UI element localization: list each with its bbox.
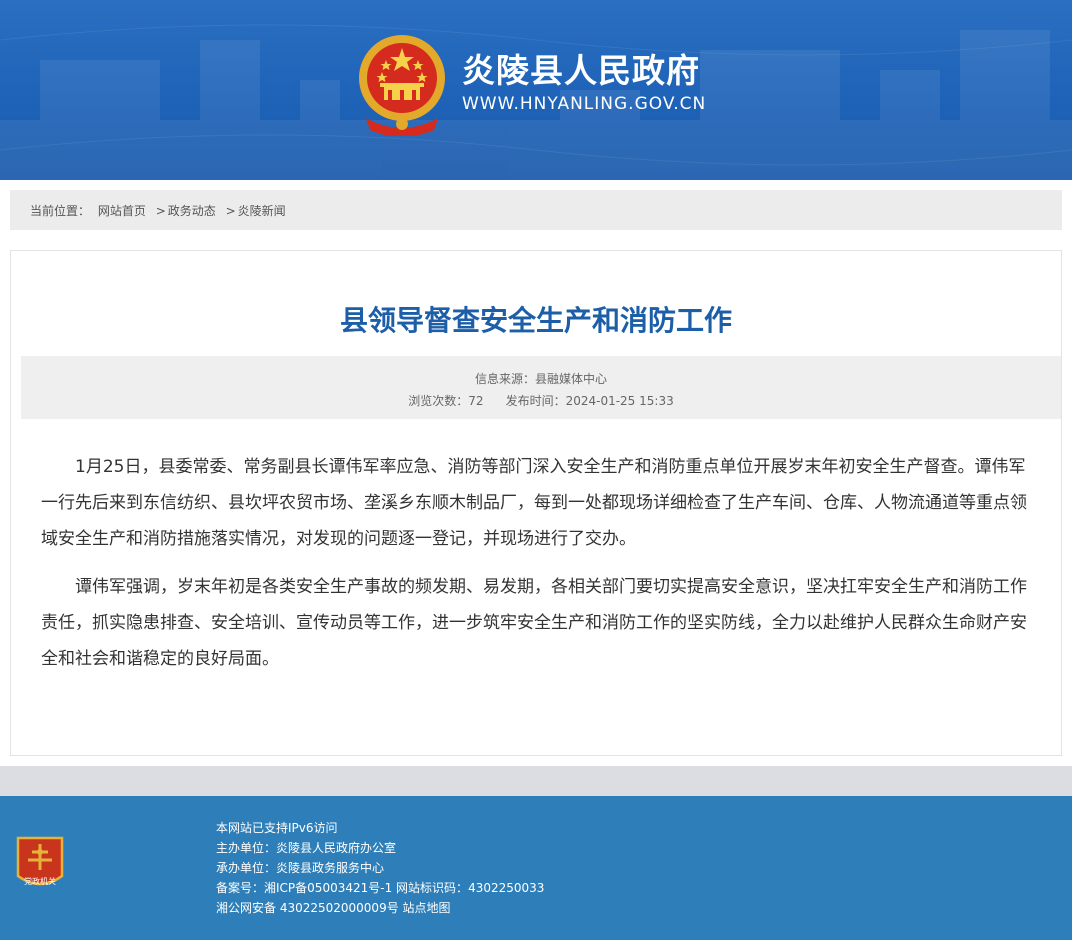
breadcrumb-home-link[interactable]: 网站首页	[98, 190, 146, 232]
footer-police-row: 湘公网安备 43022502000009号 站点地图	[216, 898, 544, 918]
views-value: 72	[468, 394, 484, 408]
icp-label: 备案号：	[216, 881, 265, 895]
article-body: 1月25日，县委常委、常务副县长谭伟军率应急、消防等部门深入安全生产和消防重点单…	[41, 449, 1037, 689]
header-banner: 炎陵县人民政府 WWW.HNYANLING.GOV.CN	[0, 0, 1072, 180]
footer-sponsor-row: 主办单位：炎陵县人民政府办公室	[216, 838, 544, 858]
article-card: 县领导督查安全生产和消防工作 信息来源：县融媒体中心 浏览次数：72 发布时间：2…	[10, 250, 1062, 756]
published-label: 发布时间：	[505, 394, 566, 408]
organizer-label: 承办单位：	[216, 861, 277, 875]
source-label: 信息来源：	[474, 372, 535, 386]
breadcrumb-separator: >	[155, 204, 166, 218]
article-paragraph: 1月25日，县委常委、常务副县长谭伟军率应急、消防等部门深入安全生产和消防重点单…	[41, 457, 1027, 549]
footer-organizer-row: 承办单位：炎陵县政务服务中心	[216, 858, 544, 878]
sponsor-value: 炎陵县人民政府办公室	[276, 841, 397, 855]
organizer-value: 炎陵县政务服务中心	[276, 861, 385, 875]
footer: 党政机关 本网站已支持IPv6访问 主办单位：炎陵县人民政府办公室 承办单位：炎…	[0, 796, 1072, 940]
breadcrumb-politics-link[interactable]: 政务动态	[168, 190, 216, 232]
breadcrumb-news-link[interactable]: 炎陵新闻	[238, 190, 286, 232]
footer-ipv6: 本网站已支持IPv6访问	[216, 821, 338, 835]
article-meta: 信息来源：县融媒体中心 浏览次数：72 发布时间：2024-01-25 15:33	[21, 356, 1061, 419]
published-value: 2024-01-25 15:33	[565, 394, 674, 408]
icp-link[interactable]: 湘ICP备05003421号-1	[264, 881, 392, 895]
badge-text: 党政机关	[24, 876, 56, 886]
article-title: 县领导督查安全生产和消防工作	[339, 304, 732, 337]
sitemap-link[interactable]: 站点地图	[403, 901, 451, 915]
site-id-label: 网站标识码：	[396, 881, 469, 895]
site-id-value: 4302250033	[468, 881, 545, 895]
footer-divider-band	[0, 766, 1072, 796]
breadcrumb-label: 当前位置：	[30, 204, 91, 218]
sponsor-label: 主办单位：	[216, 841, 277, 855]
article-paragraph: 谭伟军强调，岁末年初是各类安全生产事故的频发期、易发期，各相关部门要切实提高安全…	[41, 577, 1027, 669]
article-source-row: 信息来源：县融媒体中心	[21, 370, 1061, 387]
footer-icp-row: 备案号：湘ICP备05003421号-1 网站标识码：4302250033	[216, 878, 544, 898]
national-emblem-icon	[359, 35, 445, 136]
police-record-link[interactable]: 湘公网安备 43022502000009号	[216, 901, 399, 915]
source-value: 县融媒体中心	[535, 372, 608, 386]
breadcrumb: 当前位置： 网站首页 > 政务动态 > 炎陵新闻	[10, 190, 1062, 230]
views-label: 浏览次数：	[408, 394, 469, 408]
article-stats-row: 浏览次数：72 发布时间：2024-01-25 15:33	[21, 392, 1061, 409]
footer-info: 本网站已支持IPv6访问 主办单位：炎陵县人民政府办公室 承办单位：炎陵县政务服…	[216, 818, 544, 918]
party-government-badge-icon[interactable]: 党政机关	[14, 834, 66, 892]
site-domain: WWW.HNYANLING.GOV.CN	[462, 94, 707, 114]
site-name: 炎陵县人民政府	[462, 51, 700, 90]
breadcrumb-separator: >	[225, 204, 236, 218]
